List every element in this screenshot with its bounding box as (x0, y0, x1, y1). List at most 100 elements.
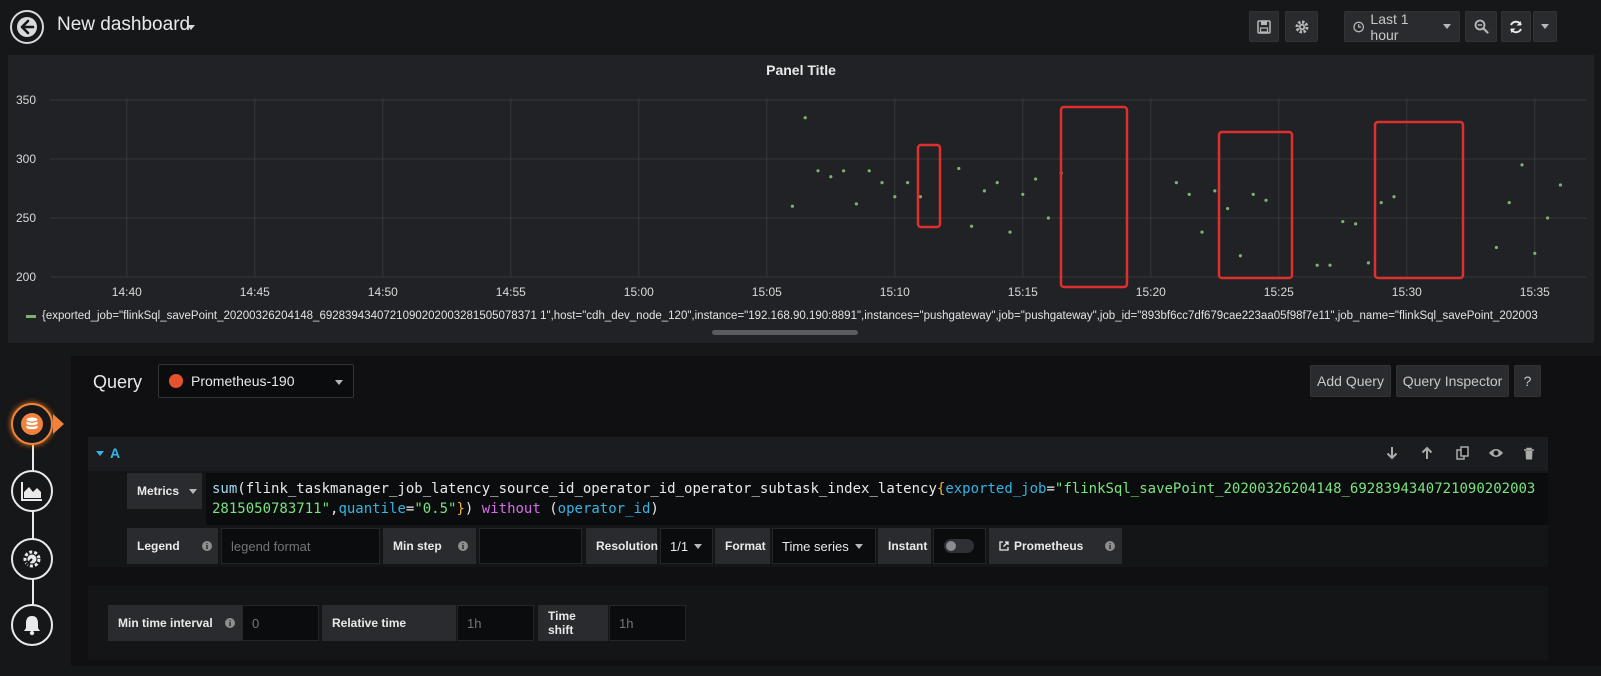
x-tick-label: 14:55 (496, 285, 526, 299)
data-point (1315, 263, 1319, 267)
datasource-picker[interactable]: Prometheus-190 (158, 364, 354, 398)
query-ref-id: A (110, 445, 121, 461)
x-tick-label: 14:45 (240, 285, 270, 299)
x-tick-label: 15:25 (1264, 285, 1294, 299)
metrics-label-text: Metrics (137, 484, 180, 498)
instant-label: Instant (878, 528, 931, 564)
data-point (829, 175, 833, 179)
editor-sidebar-line (32, 430, 34, 630)
database-icon (21, 413, 43, 435)
format-select[interactable]: Time series (772, 528, 876, 564)
expr-function: sum (212, 481, 238, 497)
annotation-box (1059, 105, 1129, 289)
move-up-button[interactable] (1418, 444, 1436, 462)
remove-query-button[interactable] (1520, 444, 1538, 462)
info-icon[interactable]: i (202, 541, 212, 551)
disable-query-button[interactable] (1487, 444, 1505, 462)
data-point (970, 224, 974, 228)
legend-series-label[interactable]: {exported_job="flinkSql_savePoint_202003… (42, 310, 1538, 322)
data-point (1008, 230, 1012, 234)
resolution-select[interactable]: 1/1 (660, 528, 713, 564)
general-tab-button[interactable] (11, 538, 53, 580)
legend-label-text: Legend (137, 539, 180, 553)
data-point (918, 195, 923, 199)
move-down-button[interactable] (1383, 444, 1401, 462)
chevron-down-icon (694, 543, 703, 549)
time-shift-input[interactable] (609, 605, 686, 641)
data-point (1264, 198, 1268, 202)
x-tick-label: 15:35 (1520, 285, 1550, 299)
graph-panel: Panel Title 350 300 250 200 14:40 14:45 14:50 1… (8, 55, 1594, 343)
data-point (867, 169, 871, 173)
alert-tab-button[interactable] (11, 604, 53, 646)
query-inspector-button[interactable]: Query Inspector (1396, 365, 1509, 397)
data-point (1558, 183, 1562, 187)
data-point (1187, 192, 1191, 196)
active-tab-pointer (53, 414, 64, 434)
chevron-down-icon (96, 450, 104, 456)
data-point (842, 169, 846, 173)
min-step-input[interactable] (479, 528, 582, 564)
relative-time-input[interactable] (457, 605, 534, 641)
data-point (790, 204, 795, 208)
data-point (1392, 195, 1396, 199)
legend-format-input[interactable] (221, 528, 380, 564)
expr-metric: flink_taskmanager_job_latency_source_id_… (245, 481, 937, 497)
data-point (1507, 201, 1511, 205)
info-icon[interactable]: i (225, 618, 235, 628)
settings-button[interactable] (1285, 11, 1318, 42)
y-tick-label: 300 (16, 152, 36, 166)
y-tick-label: 350 (16, 93, 36, 107)
bell-icon (24, 616, 40, 636)
data-point (1226, 206, 1230, 211)
min-time-interval-input[interactable] (242, 605, 319, 641)
trash-icon (1524, 447, 1534, 459)
resolution-label: Resolution (586, 528, 658, 564)
data-point (816, 169, 820, 173)
promql-expression-input[interactable]: sum(flink_taskmanager_job_latency_source… (206, 473, 1548, 525)
data-point (1174, 181, 1178, 185)
relative-time-label: Relative time (322, 605, 456, 641)
graph-plot[interactable]: 350 300 250 200 14:40 14:45 14:50 14:55 15:00 15:… (8, 55, 1594, 305)
info-icon[interactable]: i (1105, 541, 1115, 551)
time-range-picker[interactable]: Last 1 hour (1344, 11, 1460, 43)
data-point (1533, 251, 1537, 255)
data-point (1379, 201, 1383, 205)
dashboard-title[interactable]: New dashboard (57, 14, 190, 36)
arrow-down-icon (1386, 447, 1398, 460)
data-point (1213, 189, 1217, 193)
refresh-button[interactable] (1501, 11, 1531, 42)
duplicate-query-button[interactable] (1453, 444, 1471, 462)
data-point (1251, 192, 1255, 196)
data-point (880, 181, 884, 185)
add-query-button[interactable]: Add Query (1310, 365, 1391, 397)
legend-horizontal-scrollbar[interactable] (712, 330, 858, 335)
metrics-label[interactable]: Metrics (127, 473, 202, 509)
chevron-down-icon (189, 488, 198, 494)
visualization-tab-button[interactable] (11, 470, 53, 512)
expr-label-key: exported_job (945, 481, 1047, 497)
back-button[interactable] (10, 10, 44, 44)
info-icon[interactable]: i (458, 541, 468, 551)
min-step-label-text: Min step (393, 539, 442, 553)
legend-series-swatch[interactable] (26, 314, 36, 318)
save-dashboard-button[interactable] (1249, 11, 1279, 42)
data-point (893, 195, 897, 199)
queries-tab-button[interactable] (11, 403, 53, 445)
data-point (1238, 254, 1242, 258)
y-tick-label: 200 (16, 270, 36, 284)
prometheus-link-text: Prometheus (1014, 539, 1084, 553)
graph-legend: {exported_job="flinkSql_savePoint_202003… (26, 308, 1586, 324)
refresh-interval-dropdown[interactable] (1533, 11, 1557, 42)
query-row-toggle[interactable]: A (96, 445, 120, 461)
instant-toggle-knob (946, 541, 956, 551)
data-point (1034, 177, 1038, 181)
zoom-out-button[interactable] (1465, 11, 1497, 42)
prometheus-link[interactable]: Prometheus i (989, 528, 1122, 564)
time-shift-label: Time shift (538, 605, 608, 641)
data-point (982, 189, 987, 193)
chevron-down-icon[interactable] (187, 25, 195, 30)
help-button[interactable]: ? (1514, 365, 1541, 397)
x-tick-label: 15:00 (624, 285, 654, 299)
area-chart-icon (21, 482, 42, 501)
